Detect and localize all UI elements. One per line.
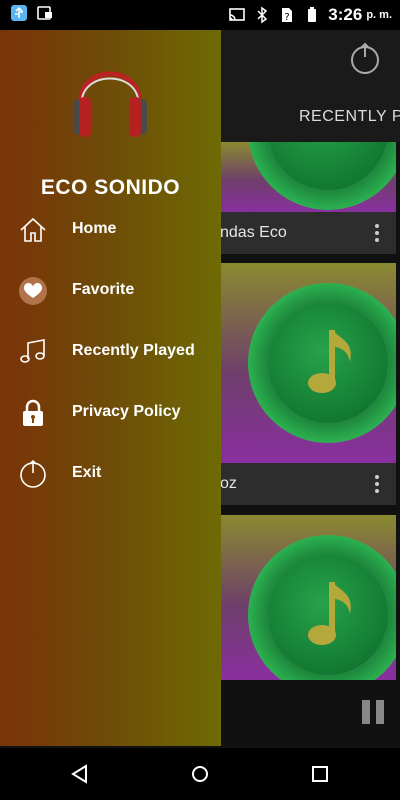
more-options-icon[interactable] (374, 223, 380, 243)
cast-icon (229, 8, 246, 21)
drawer-item-label: Home (72, 220, 117, 237)
status-ampm: p. m. (366, 9, 392, 21)
drawer-item-label: Exit (72, 464, 102, 481)
drawer-item-recently-played[interactable]: Recently Played (0, 326, 221, 378)
music-note-icon (20, 339, 45, 363)
more-options-icon[interactable] (374, 474, 380, 494)
back-icon[interactable] (68, 762, 92, 786)
headphones-logo (73, 71, 147, 137)
heart-icon (19, 277, 47, 305)
drawer-item-home[interactable]: Home (0, 204, 221, 256)
home-icon (20, 217, 46, 242)
screenshot-icon (37, 6, 52, 20)
usb-icon (11, 5, 27, 21)
song-artwork (220, 515, 396, 680)
music-note-icon (308, 582, 351, 645)
tab-recently-played[interactable]: RECENTLY PL (299, 108, 400, 126)
disc-image (248, 283, 396, 443)
power-icon[interactable] (348, 42, 382, 76)
disc-image (248, 535, 396, 680)
disc-image (248, 142, 396, 210)
drawer-item-label: Privacy Policy (72, 403, 181, 420)
navigation-drawer: ECO SONIDO Home Favorite Recently Played… (0, 30, 221, 746)
status-bar: ? 3:26 p. m. (0, 0, 400, 30)
drawer-item-privacy-policy[interactable]: Privacy Policy (0, 387, 221, 439)
drawer-item-favorite[interactable]: Favorite (0, 265, 221, 317)
song-artwork (220, 142, 396, 212)
app-name: ECO SONIDO (40, 176, 181, 199)
music-note-icon (308, 330, 351, 393)
song-title: ndas Eco (220, 224, 287, 241)
recents-icon[interactable] (308, 762, 332, 786)
no-sim-icon: ? (282, 8, 293, 23)
pause-icon[interactable] (360, 698, 386, 726)
song-title: oz (220, 475, 237, 492)
drawer-item-label: Recently Played (72, 342, 195, 359)
svg-text:?: ? (285, 12, 290, 23)
drawer-item-exit[interactable]: Exit (0, 448, 221, 500)
home-circle-icon[interactable] (188, 762, 212, 786)
bluetooth-icon (257, 6, 268, 24)
song-card[interactable]: oz (220, 263, 396, 505)
song-card[interactable]: ndas Eco (220, 142, 396, 254)
song-artwork (220, 263, 396, 463)
battery-icon (308, 7, 317, 22)
drawer-item-label: Favorite (72, 281, 135, 298)
power-icon (20, 459, 46, 488)
system-nav-bar (0, 748, 400, 800)
status-time: 3:26 (328, 5, 363, 24)
lock-icon (23, 399, 43, 426)
song-card[interactable] (220, 515, 396, 680)
